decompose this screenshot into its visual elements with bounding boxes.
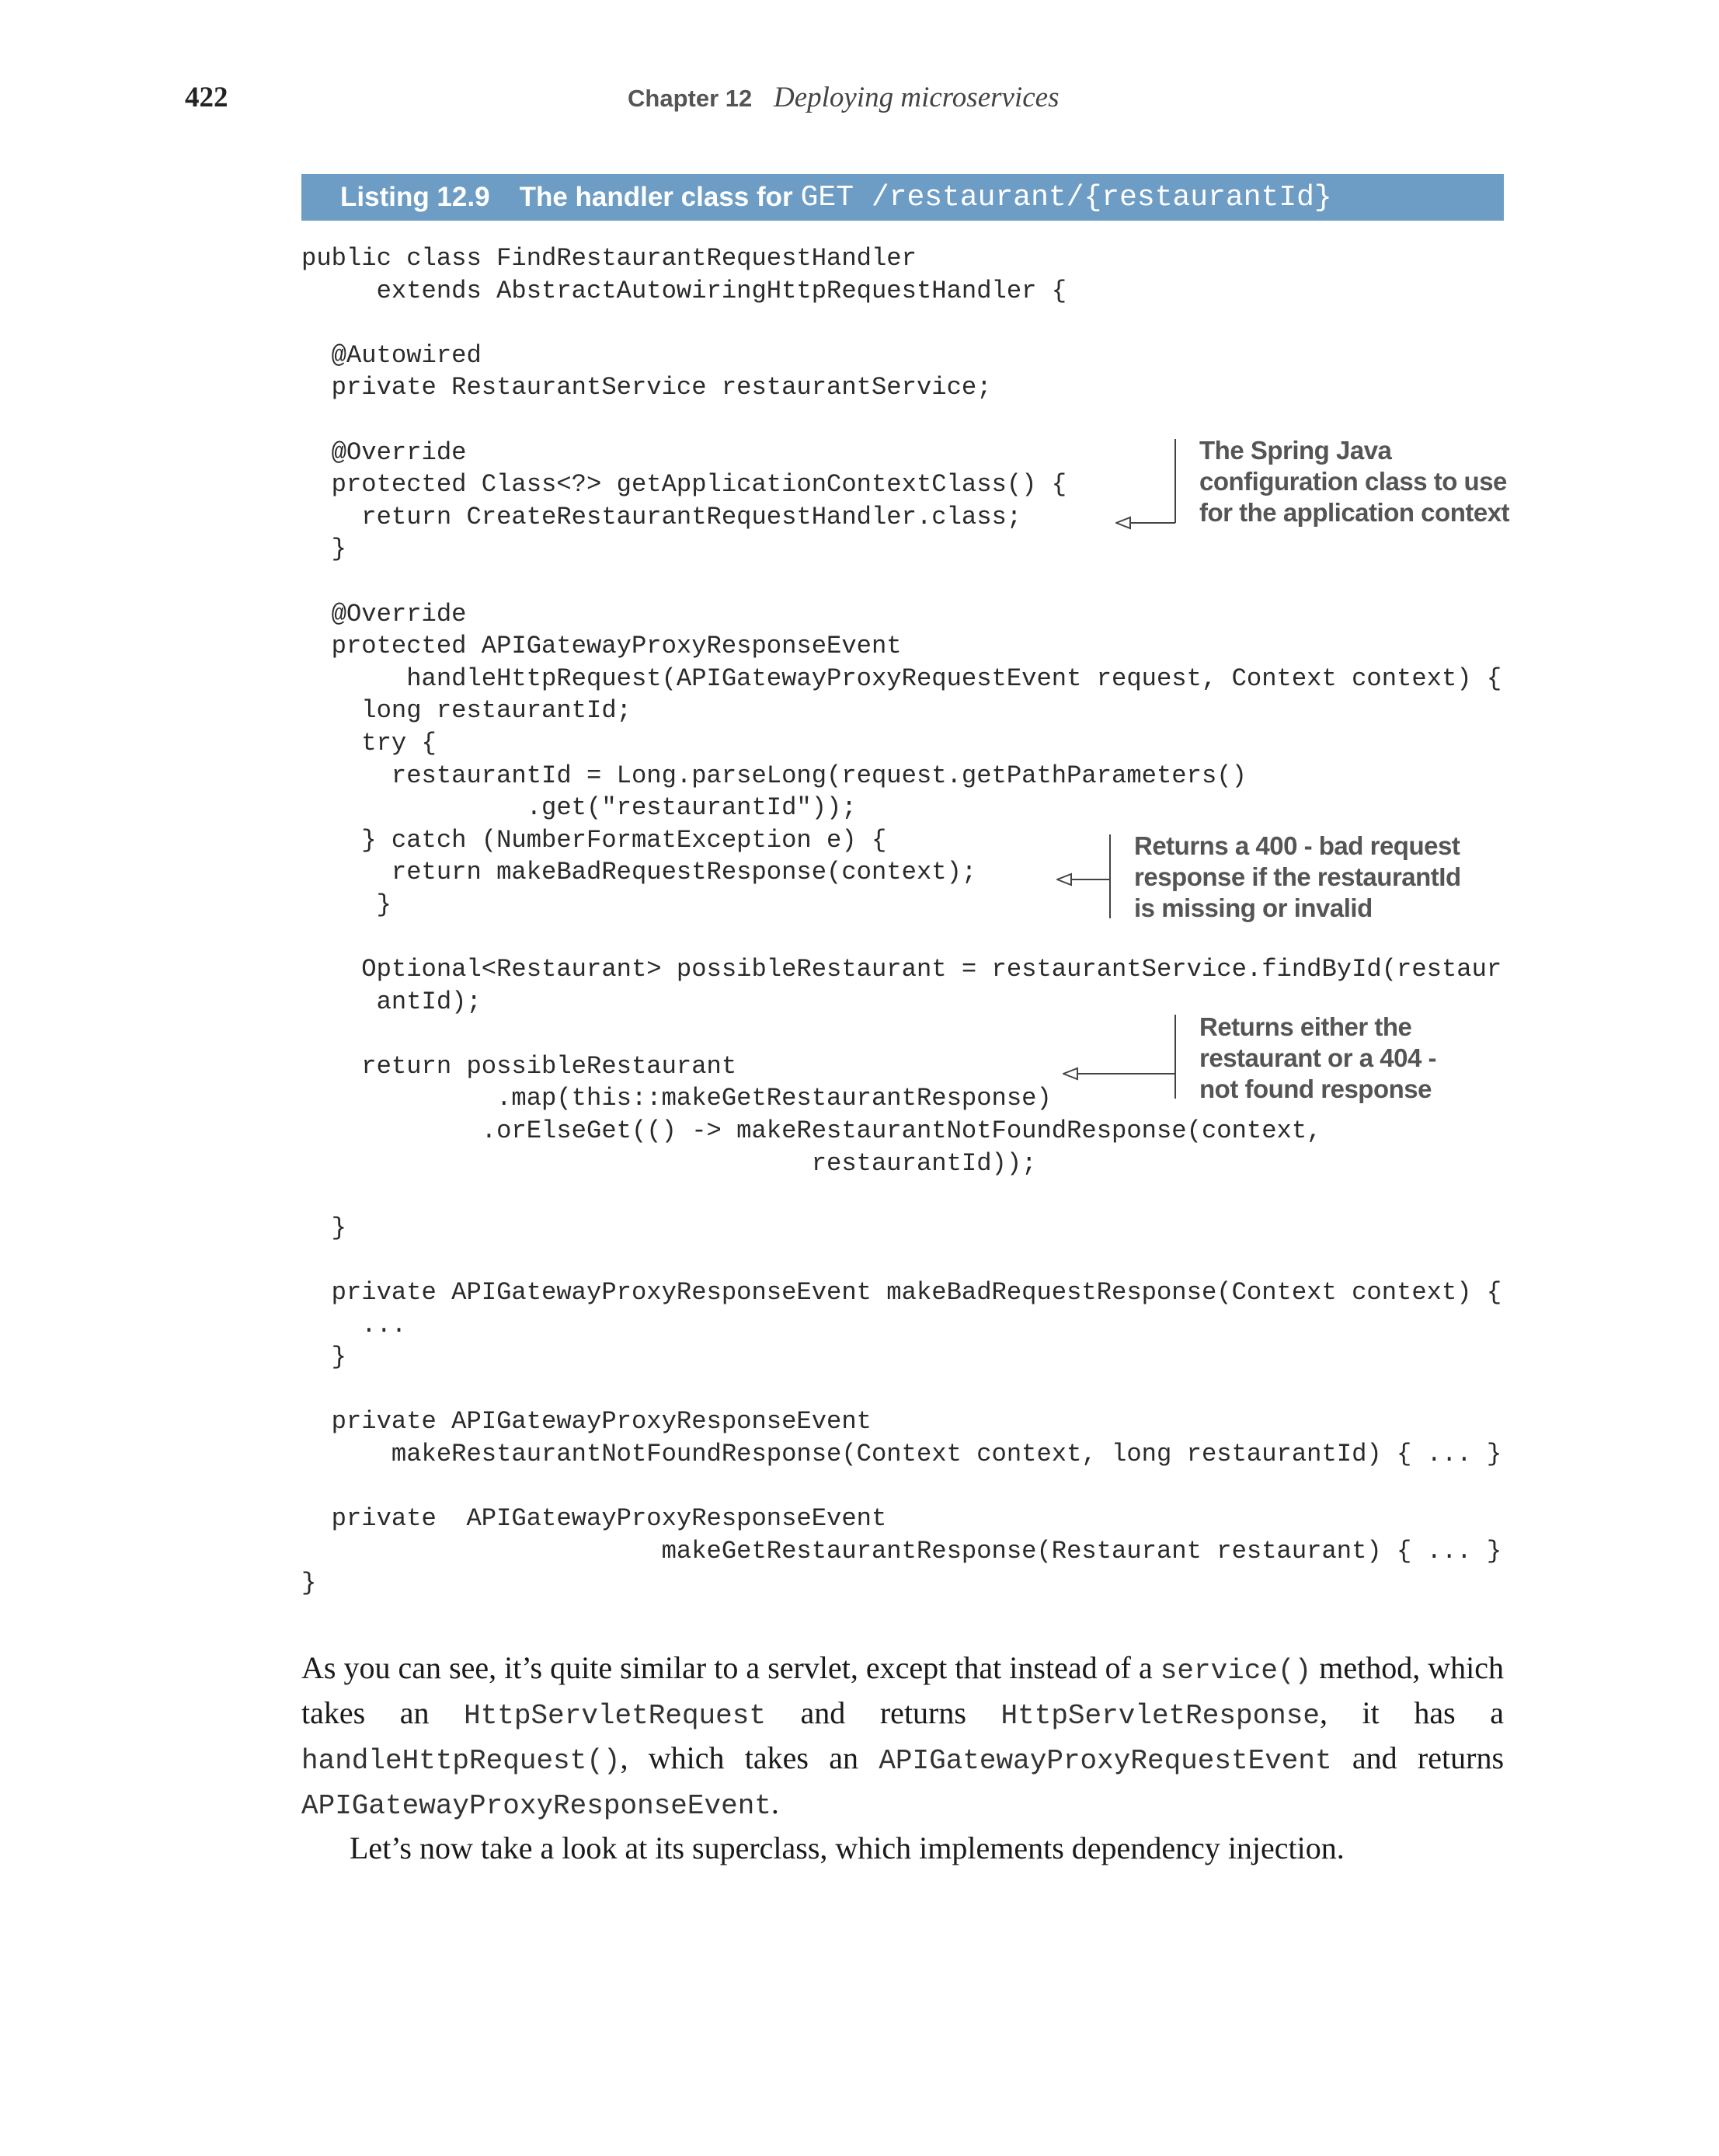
annotation-bracket	[1174, 439, 1176, 523]
code-line: private APIGatewayProxyResponseEvent	[301, 1504, 887, 1534]
code-line: .orElseGet(() -> makeRestaurantNotFoundR…	[301, 1116, 1322, 1146]
arrow-left-icon	[1063, 1067, 1078, 1081]
inline-code: handleHttpRequest()	[301, 1745, 621, 1777]
chapter-title: Deploying microservices	[773, 82, 1060, 113]
inline-code: APIGatewayProxyRequestEvent	[879, 1745, 1332, 1777]
code-line: @Override	[301, 437, 467, 467]
page-number: 422	[185, 82, 228, 113]
code-line: }	[301, 1569, 317, 1598]
code-line: public class FindRestaurantRequestHandle…	[301, 244, 917, 273]
code-line: private RestaurantService restaurantServ…	[301, 373, 992, 402]
code-line: .map(this::makeGetRestaurantResponse)	[301, 1084, 1052, 1113]
code-line: @Autowired	[301, 340, 482, 370]
annotation-arrow-line	[1069, 879, 1109, 880]
code-line: return makeBadRequestResponse(context);	[301, 858, 977, 887]
annotation-arrow-line	[1075, 1073, 1174, 1075]
inline-code: service()	[1160, 1655, 1312, 1687]
code-line: restaurantId = Long.parseLong(request.ge…	[301, 761, 1247, 790]
code-line: .get("restaurantId"));	[301, 793, 857, 823]
code-line: Optional<Restaurant> possibleRestaurant …	[301, 955, 1502, 984]
body-paragraph: Let’s now take a look at its superclass,…	[350, 1830, 1345, 1865]
code-line: return CreateRestaurantRequestHandler.cl…	[301, 502, 1022, 531]
annotation-context-class: The Spring Java configuration class to u…	[1199, 436, 1510, 527]
listing-label: Listing 12.9	[340, 182, 490, 212]
arrow-left-icon	[1115, 516, 1131, 530]
code-line: makeRestaurantNotFoundResponse(Context c…	[301, 1439, 1502, 1468]
inline-code: HttpServletResponse	[1000, 1700, 1320, 1732]
inline-code: APIGatewayProxyResponseEvent	[301, 1790, 771, 1822]
code-line: return possibleRestaurant	[301, 1051, 737, 1081]
code-line: makeGetRestaurantResponse(Restaurant res…	[301, 1536, 1502, 1566]
chapter-label: Chapter 12	[628, 85, 753, 112]
code-line: extends AbstractAutowiringHttpRequestHan…	[301, 276, 1067, 305]
code-line: protected APIGatewayProxyResponseEvent	[301, 632, 902, 661]
code-line: private APIGatewayProxyResponseEvent	[301, 1407, 872, 1437]
annotation-not-found: Returns either the restaurant or a 404 -…	[1199, 1012, 1436, 1103]
code-line: }	[301, 1343, 346, 1372]
code-line: ...	[301, 1310, 407, 1339]
code-line: antId);	[301, 987, 482, 1016]
annotation-bracket	[1109, 834, 1111, 918]
inline-code: HttpServletRequest	[464, 1700, 766, 1732]
annotation-bad-request: Returns a 400 - bad request response if …	[1134, 831, 1461, 922]
annotation-bracket	[1174, 1015, 1176, 1099]
code-line: }	[301, 1213, 346, 1242]
code-line: handleHttpRequest(APIGatewayProxyRequest…	[301, 664, 1502, 693]
code-line: protected Class<?> getApplicationContext…	[301, 470, 1067, 500]
code-line: try {	[301, 728, 437, 758]
body-paragraph: As you can see, it’s quite similar to a …	[301, 1650, 1505, 1822]
code-line: restaurantId));	[301, 1148, 1037, 1178]
code-line: private APIGatewayProxyResponseEvent mak…	[301, 1278, 1502, 1307]
code-line: } catch (NumberFormatException e) {	[301, 825, 887, 855]
listing-caption: The handler class for	[519, 182, 793, 212]
running-head: Chapter 12 Deploying microservices	[628, 81, 1059, 114]
code-line: long restaurantId;	[301, 696, 632, 726]
code-line: }	[301, 535, 346, 564]
listing-caption-banner: Listing 12.9 The handler class for GET /…	[301, 174, 1504, 221]
body-text: As you can see, it’s quite similar to a …	[301, 1647, 1504, 1869]
annotation-arrow-line	[1128, 522, 1175, 524]
code-line: }	[301, 890, 391, 919]
code-line: @Override	[301, 599, 467, 629]
listing-caption-code: GET /restaurant/{restaurantId}	[800, 180, 1332, 214]
arrow-left-icon	[1056, 873, 1072, 886]
